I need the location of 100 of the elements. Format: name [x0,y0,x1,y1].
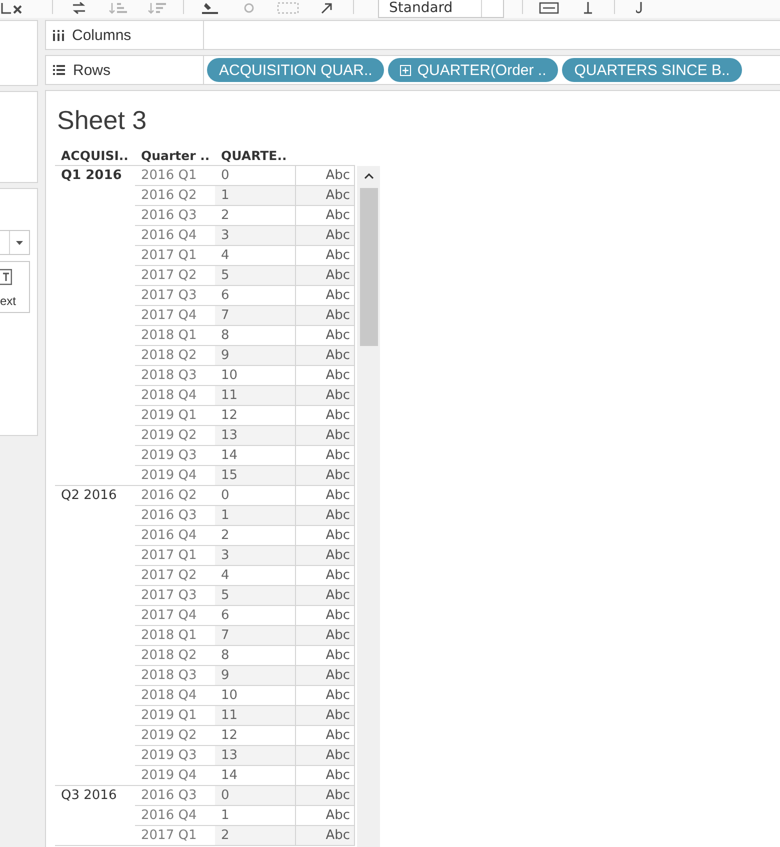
column-header[interactable]: Quarter .. [135,148,215,162]
row-header[interactable]: Q2 2016 [61,486,135,505]
table-cell-text: 2016 Q3 [140,507,198,525]
table-cell: Abc [295,266,355,285]
table-cell: 5 [215,266,295,285]
table-cell-text: 2017 Q1 [140,547,198,565]
table-cell-text: 2017 Q4 [140,307,198,325]
table-cell: Abc [295,186,355,205]
table-cell-text: 2017 Q3 [140,287,198,305]
table-cell: 2 [215,826,295,845]
table-cell-text: 2019 Q3 [140,447,198,465]
table-cell-text: 2016 Q4 [140,227,198,245]
table-cell-text: 2016 Q4 [140,527,198,545]
text-icon [0,269,12,285]
table-cell: 9 [215,346,295,365]
sort-descending-icon [148,2,166,14]
column-header[interactable]: ACQUISI.. [55,148,135,162]
table-cell-text: 2019 Q1 [140,707,198,725]
table-cell: Abc [295,506,355,525]
table-cell: Abc [295,226,355,245]
sheet-title: Sheet 3 [57,105,147,135]
table-cell-text: 4 [220,247,230,265]
table-cell: Abc [295,206,355,225]
table-cell: Abc [295,426,355,445]
fit-dropdown[interactable]: Standard [378,0,504,18]
table-cell-text: 2018 Q2 [140,647,198,665]
table-cell: Abc [295,766,355,785]
table-cell-text: 12 [220,727,239,745]
table-cell-text: 2019 Q2 [140,727,198,745]
table-cell: Abc [295,706,355,725]
table-cell: 13 [215,746,295,765]
table-cell: Abc [295,286,355,305]
table-cell-text: 2016 Q1 [140,167,198,185]
columns-icon [53,30,64,40]
table-cell-text: 2016 Q4 [140,807,198,825]
table-cell-text: 8 [220,327,230,345]
column-header[interactable]: QUARTE.. [215,148,295,162]
table-cell-text: 2016 Q3 [140,787,198,805]
table-cell-text: 12 [220,407,239,425]
highlighter-icon [202,2,218,14]
table-cell: Abc [295,466,355,485]
table-cell-text: 2017 Q2 [140,267,198,285]
table-cell: Abc [295,406,355,425]
table-cell-text: 2016 Q3 [140,207,198,225]
i-beam-icon [583,2,593,14]
ring-icon [244,2,254,14]
table-cell-text: 2019 Q4 [140,767,198,785]
table-cell-text: 2018 Q3 [140,367,198,385]
table-cell: Abc [295,386,355,405]
chevron-up-icon [364,173,374,179]
table-cell: 11 [215,706,295,725]
table-cell: Abc [295,246,355,265]
table-cell: Abc [295,666,355,685]
table-cell: 3 [215,546,295,565]
table-cell-text: 8 [220,647,230,665]
table-cell-text: 2016 Q2 [140,187,198,205]
table-cell-text: 2017 Q4 [140,607,198,625]
swap-icon [71,2,87,14]
table-cell-text: 2 [220,527,230,545]
toolbar-button[interactable] [0,0,24,14]
caret-down-icon [16,240,23,244]
row-header[interactable]: Q3 2016 [61,786,135,805]
toolbar-button[interactable] [537,0,561,14]
plus-box-icon [400,64,412,76]
clear-sheet-icon [1,2,23,14]
table-cell: Abc [295,646,355,665]
table-cell-text: 6 [220,607,230,625]
shelf-label: Columns [72,26,132,44]
table-cell: 7 [215,626,295,645]
table-cell-text: 1 [220,807,230,825]
table-cell: Abc [295,546,355,565]
table-cell-text: 2017 Q2 [140,567,198,585]
rows-icon [53,65,65,75]
table-cell-text: 2017 Q1 [140,827,198,845]
table-cell: Abc [295,726,355,745]
table-cell-text: 6 [220,287,230,305]
scrollbar-thumb[interactable] [360,188,378,346]
dotted-box-icon [277,2,299,14]
table-cell-text: 2018 Q1 [140,327,198,345]
table-cell: 1 [215,186,295,205]
table-cell: Abc [295,806,355,825]
table-cell: 1 [215,506,295,525]
table-cell-text: 2018 Q4 [140,687,198,705]
table-cell: 3 [215,226,295,245]
sort-ascending-icon [109,2,127,14]
table-cell: Abc [295,166,355,185]
table-cell: Abc [295,526,355,545]
row-header[interactable]: Q1 2016 [61,166,135,185]
table-cell-text: 2 [220,207,230,225]
table-cell-text: 0 [220,487,230,505]
table-cell: Abc [295,606,355,625]
table-cell: Abc [295,826,355,845]
table-cell: 0 [215,786,295,805]
label-box-icon [539,2,559,14]
table-cell: Abc [295,366,355,385]
text-mark-button[interactable]: ext [0,261,30,313]
table-cell: 7 [215,306,295,325]
table-cell: Abc [295,486,355,505]
table-cell-text: 2018 Q4 [140,387,198,405]
table-cell: Abc [295,306,355,325]
